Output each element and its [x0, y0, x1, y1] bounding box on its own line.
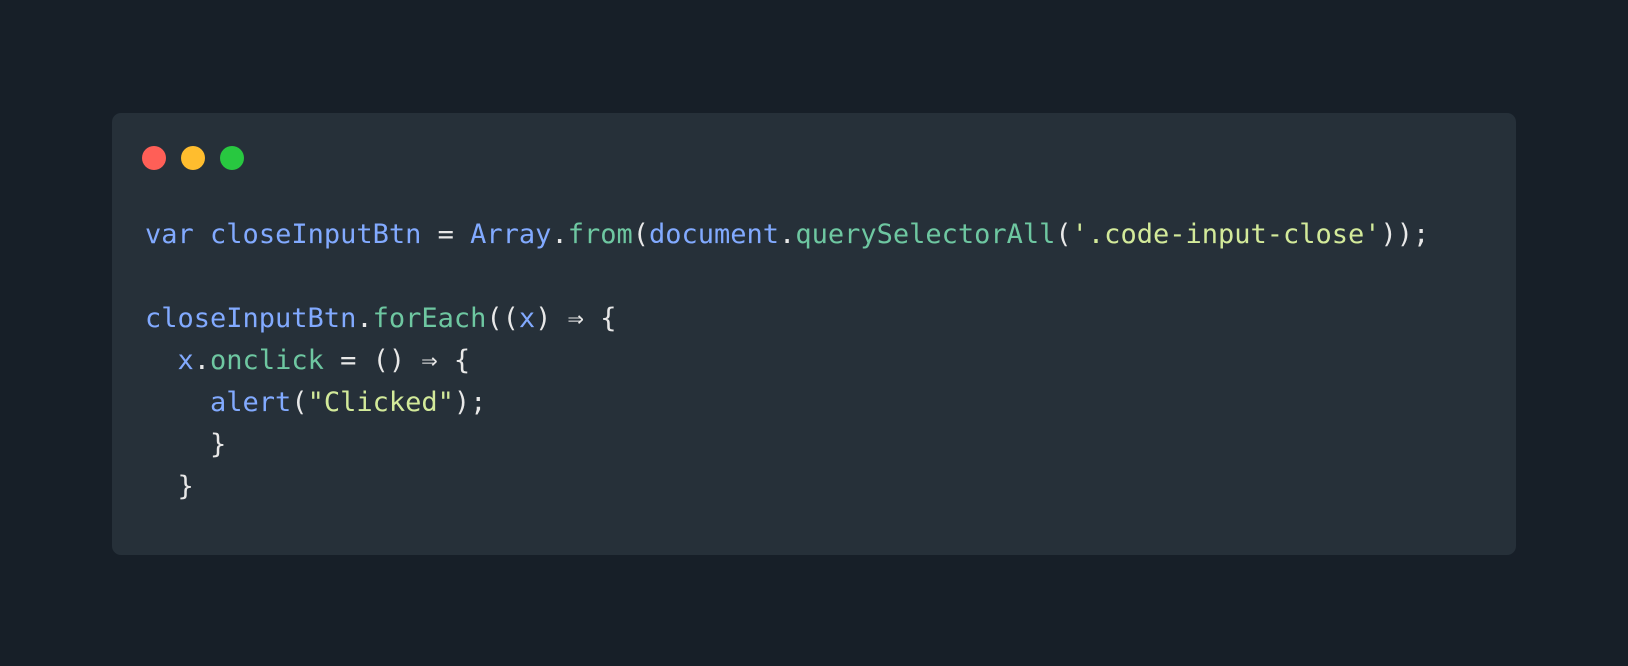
code-token: ( — [291, 387, 308, 418]
maximize-dot-icon[interactable] — [220, 146, 244, 170]
code-block: var closeInputBtn = Array.from(document.… — [145, 214, 1429, 508]
code-token: } — [145, 471, 194, 502]
code-token: x — [177, 345, 194, 376]
minimize-dot-icon[interactable] — [181, 146, 205, 170]
code-token: )); — [1380, 219, 1430, 250]
code-line: alert("Clicked"); — [145, 382, 1429, 424]
code-token: var — [145, 219, 194, 250]
code-token: . — [193, 345, 211, 376]
code-token: x — [518, 303, 536, 334]
code-line: } — [145, 424, 1429, 466]
code-line: var closeInputBtn = Array.from(document.… — [145, 214, 1429, 256]
code-token: . — [779, 219, 796, 250]
code-token: onclick — [210, 345, 324, 376]
code-token: "Clicked" — [307, 387, 454, 418]
code-token: = () ⇒ { — [323, 345, 471, 376]
close-dot-icon[interactable] — [142, 146, 166, 170]
code-token: ); — [453, 387, 487, 418]
code-token: alert — [210, 387, 292, 418]
code-token: document — [649, 219, 780, 250]
code-token: . — [551, 219, 568, 250]
code-line: } — [145, 466, 1429, 508]
code-token: closeInputBtn — [145, 303, 357, 334]
code-token: ) ⇒ { — [535, 303, 617, 334]
code-token: (( — [486, 303, 519, 334]
code-line: x.onclick = () ⇒ { — [145, 340, 1429, 382]
code-token: . — [356, 303, 373, 334]
code-window: var closeInputBtn = Array.from(document.… — [112, 113, 1516, 555]
code-token: Array — [470, 219, 552, 250]
code-token: from — [567, 219, 633, 250]
code-token: ( — [1055, 219, 1072, 250]
code-token: } — [145, 429, 227, 460]
code-token: '.code-input-close' — [1071, 219, 1381, 250]
code-token: = — [421, 219, 471, 250]
code-token: ( — [632, 219, 649, 250]
code-token: closeInputBtn — [210, 219, 422, 250]
code-line: closeInputBtn.forEach((x) ⇒ { — [145, 298, 1429, 340]
code-token: querySelectorAll — [795, 219, 1056, 250]
code-token: forEach — [372, 303, 487, 334]
